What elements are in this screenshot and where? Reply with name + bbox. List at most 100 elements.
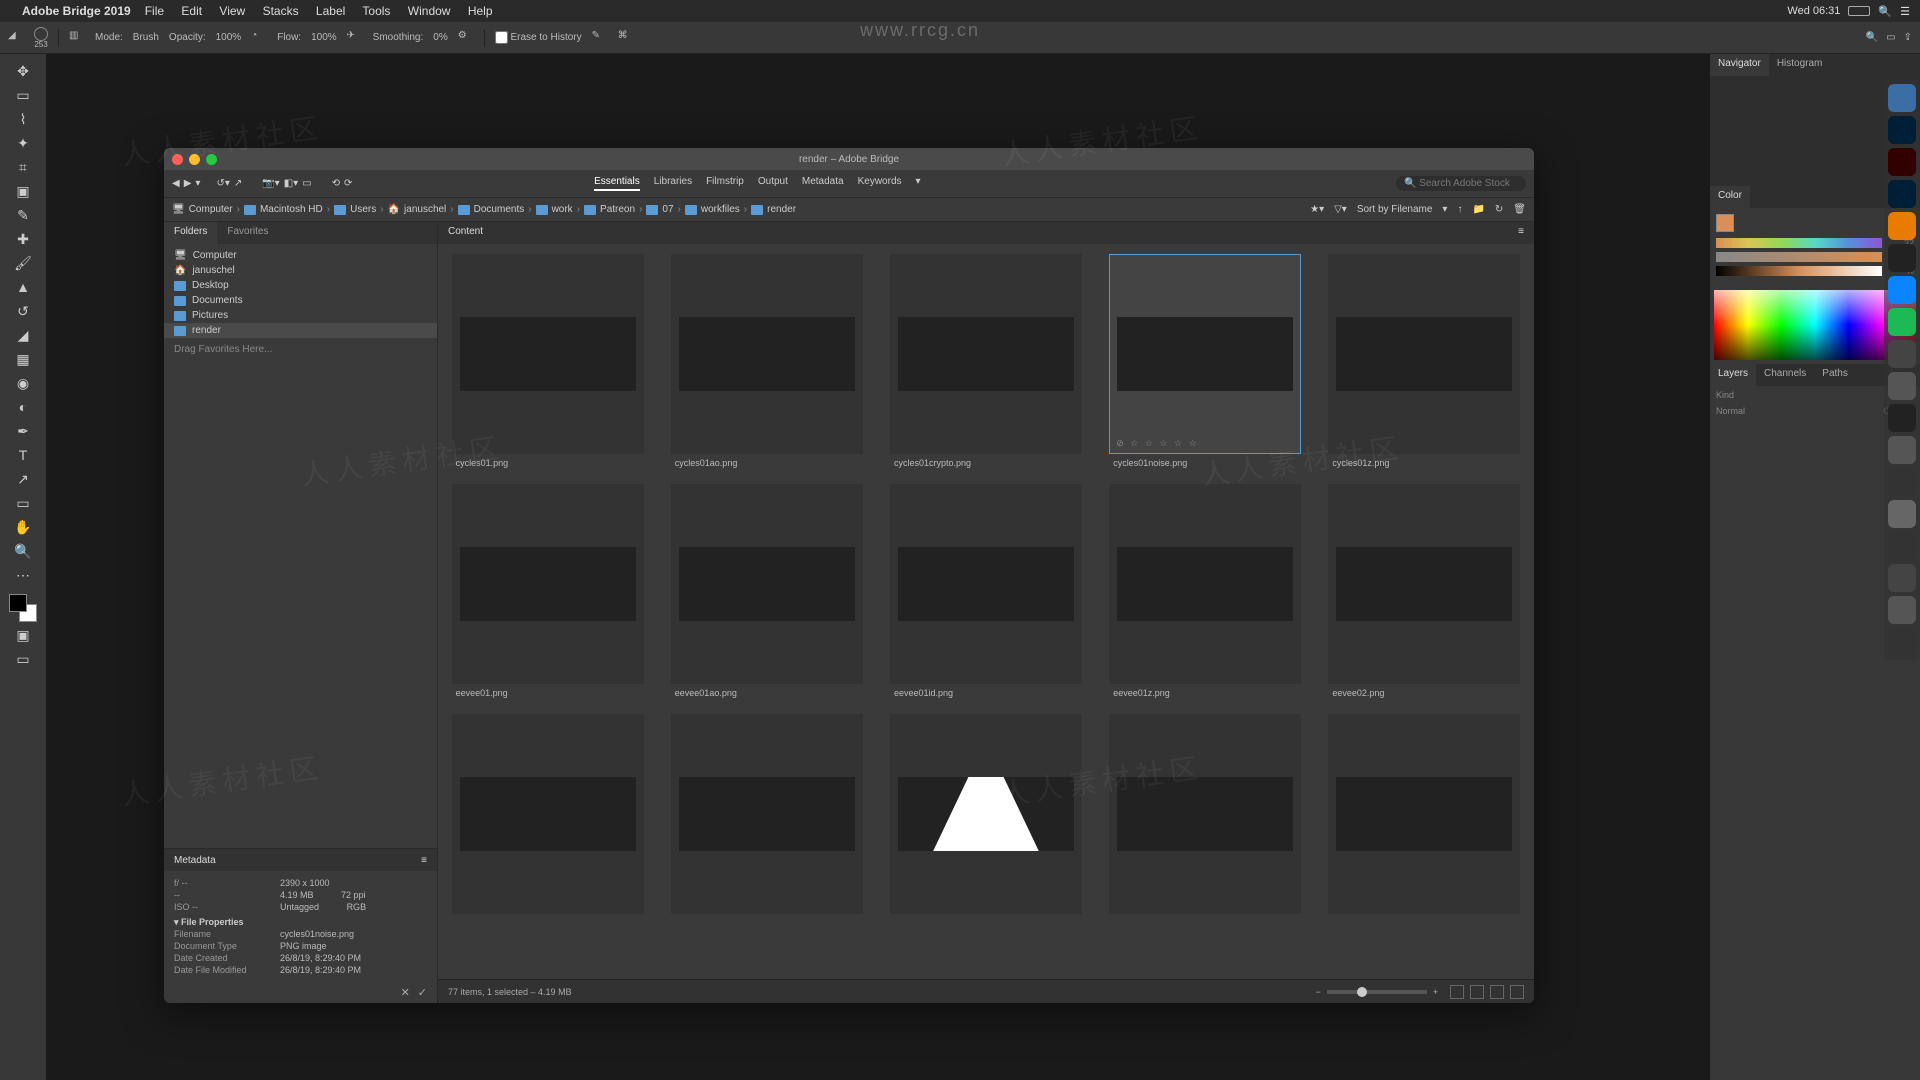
dock-app5-icon[interactable] xyxy=(1888,468,1916,496)
smoothing-value[interactable]: 0% xyxy=(433,32,447,43)
panel-menu-icon[interactable]: ≡ xyxy=(421,855,427,866)
tab-paths[interactable]: Paths xyxy=(1814,364,1856,386)
flow-value[interactable]: 100% xyxy=(311,32,337,43)
folder-item[interactable]: 🏠 januschel xyxy=(164,263,437,278)
ws-essentials[interactable]: Essentials xyxy=(594,176,640,191)
more-tools-icon[interactable]: ⋯ xyxy=(12,564,34,586)
blend-mode[interactable]: Normal xyxy=(1716,406,1745,416)
symmetry-icon[interactable]: ⌘ xyxy=(618,30,634,46)
zoom-in-icon[interactable]: + xyxy=(1433,987,1438,997)
recent-icon[interactable]: ↺▾ xyxy=(216,178,229,189)
type-tool-icon[interactable]: T xyxy=(12,444,34,466)
dock-trash-icon[interactable] xyxy=(1888,628,1916,656)
ws-more-icon[interactable]: ▾ xyxy=(916,176,921,191)
dock-settings-icon[interactable] xyxy=(1888,500,1916,528)
menu-label[interactable]: Label xyxy=(316,4,345,18)
zoom-out-icon[interactable]: − xyxy=(1315,987,1320,997)
crumb-07[interactable]: 07 xyxy=(646,204,673,215)
thumbnail[interactable]: cycles01crypto.png xyxy=(882,254,1089,468)
refresh-icon[interactable]: ⟲ xyxy=(332,178,340,189)
app-name[interactable]: Adobe Bridge 2019 xyxy=(22,4,131,18)
rating[interactable]: ⊘ ☆ ☆ ☆ ☆ ☆ xyxy=(1116,438,1198,449)
tab-channels[interactable]: Channels xyxy=(1756,364,1814,386)
workspace-icon[interactable]: ▭ xyxy=(1886,32,1895,43)
filter-ratings-icon[interactable]: ★▾ xyxy=(1310,204,1324,215)
marquee-tool-icon[interactable]: ▭ xyxy=(12,84,34,106)
folder-item[interactable]: 🖥 Computer xyxy=(164,248,437,263)
dock-app6-icon[interactable] xyxy=(1888,532,1916,560)
refine-icon[interactable]: ◧▾ xyxy=(284,178,298,189)
tab-color[interactable]: Color xyxy=(1710,186,1750,208)
ws-keywords[interactable]: Keywords xyxy=(858,176,902,191)
brush-tool-icon[interactable]: 🖌 xyxy=(12,252,34,274)
dock-terminal-icon[interactable] xyxy=(1888,404,1916,432)
ws-filmstrip[interactable]: Filmstrip xyxy=(706,176,744,191)
thumb-size-slider[interactable] xyxy=(1327,990,1427,994)
thumbnail[interactable]: eevee01z.png xyxy=(1102,484,1309,698)
menu-tools[interactable]: Tools xyxy=(362,4,390,18)
search-ps-icon[interactable]: 🔍 xyxy=(1866,32,1878,43)
light-slider[interactable] xyxy=(1716,266,1882,276)
dock-app1-icon[interactable] xyxy=(1888,244,1916,272)
thumbnail[interactable]: ⊘ ☆ ☆ ☆ ☆ ☆cycles01noise.png xyxy=(1102,254,1309,468)
filter-icon[interactable]: ▽▾ xyxy=(1334,204,1347,215)
thumbnail[interactable] xyxy=(1102,714,1309,918)
screenmode-icon[interactable]: ▭ xyxy=(12,648,34,670)
eraser-tool2-icon[interactable]: ◢ xyxy=(12,324,34,346)
dock-finder-icon[interactable] xyxy=(1888,84,1916,112)
thumbnail[interactable] xyxy=(1321,714,1528,918)
ws-metadata[interactable]: Metadata xyxy=(802,176,844,191)
sort-dropdown[interactable]: Sort by Filename xyxy=(1357,204,1433,215)
crumb-users[interactable]: Users xyxy=(334,204,376,215)
tab-folders[interactable]: Folders xyxy=(164,222,217,244)
tab-layers[interactable]: Layers xyxy=(1710,364,1756,386)
open-icon[interactable]: ▭ xyxy=(302,178,311,189)
crop-tool-icon[interactable]: ⌗ xyxy=(12,156,34,178)
minimize-icon[interactable] xyxy=(189,154,200,165)
dock-ps-icon[interactable] xyxy=(1888,116,1916,144)
opacity-value[interactable]: 100% xyxy=(216,32,242,43)
maximize-icon[interactable] xyxy=(206,154,217,165)
tablet-pressure-icon[interactable]: ▥ xyxy=(69,30,85,46)
zoom-tool-icon[interactable]: 🔍 xyxy=(12,540,34,562)
reveal-icon[interactable]: ↗ xyxy=(234,178,242,189)
fg-swatch[interactable] xyxy=(1716,214,1734,232)
brush-size[interactable]: 253 xyxy=(34,27,48,49)
dock-ai-icon[interactable] xyxy=(1888,148,1916,176)
sat-slider[interactable] xyxy=(1716,252,1882,262)
dodge-tool-icon[interactable]: ◐ xyxy=(12,396,34,418)
camera-icon[interactable]: 📷▾ xyxy=(262,178,279,189)
thumbnail[interactable]: cycles01z.png xyxy=(1321,254,1528,468)
thumbnail[interactable]: eevee01id.png xyxy=(882,484,1089,698)
close-icon[interactable] xyxy=(172,154,183,165)
dock-app3-icon[interactable] xyxy=(1888,372,1916,400)
thumbnail[interactable] xyxy=(882,714,1089,918)
view-details-icon[interactable] xyxy=(1490,985,1504,999)
meta-cancel-icon[interactable]: ✕ xyxy=(401,986,410,999)
trash-icon[interactable]: 🗑 xyxy=(1513,204,1526,215)
crumb-computer[interactable]: 🖥 Computer xyxy=(172,204,233,215)
menu-stacks[interactable]: Stacks xyxy=(263,4,299,18)
thumbnail[interactable]: eevee01ao.png xyxy=(663,484,870,698)
tab-histogram[interactable]: Histogram xyxy=(1769,54,1831,76)
folder-item[interactable]: Desktop xyxy=(164,278,437,293)
meta-apply-icon[interactable]: ✓ xyxy=(418,986,427,999)
dock-app8-icon[interactable] xyxy=(1888,596,1916,624)
menu-window[interactable]: Window xyxy=(408,4,451,18)
pressure-opacity-icon[interactable]: ◔ xyxy=(251,30,267,46)
rotate-icon[interactable]: ↻ xyxy=(1495,204,1503,215)
dock-spotify-icon[interactable] xyxy=(1888,308,1916,336)
pen-tool-icon[interactable]: ✒ xyxy=(12,420,34,442)
share-icon[interactable]: ⇪ xyxy=(1904,32,1912,43)
dock-app7-icon[interactable] xyxy=(1888,564,1916,592)
crumb-work[interactable]: work xyxy=(536,204,573,215)
dock-app4-icon[interactable] xyxy=(1888,436,1916,464)
heal-tool-icon[interactable]: ✚ xyxy=(12,228,34,250)
view-grid-icon[interactable] xyxy=(1450,985,1464,999)
menu-edit[interactable]: Edit xyxy=(181,4,202,18)
sort-asc-icon[interactable]: ↑ xyxy=(1457,204,1462,215)
gear-icon[interactable]: ⚙ xyxy=(458,30,474,46)
crumb-patreon[interactable]: Patreon xyxy=(584,204,635,215)
view-thumb-icon[interactable] xyxy=(1470,985,1484,999)
airbrush-icon[interactable]: ✈ xyxy=(347,30,363,46)
